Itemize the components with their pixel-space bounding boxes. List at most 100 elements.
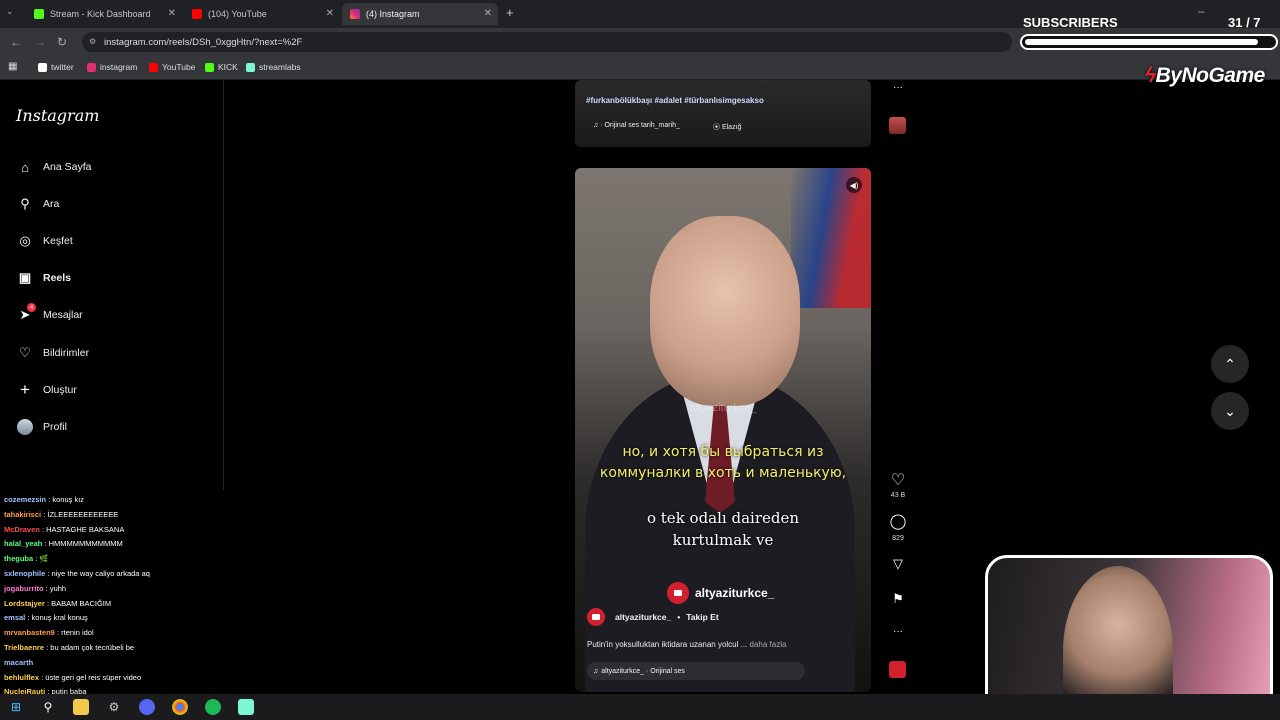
chat-message: emsal : konuş kral konuş — [4, 613, 88, 622]
like-count: 43 B — [890, 492, 906, 499]
spotify-icon[interactable] — [205, 699, 221, 715]
previous-reel-button[interactable]: ⌃ — [1211, 345, 1249, 383]
tab-youtube[interactable]: (104) YouTube ✕ — [184, 3, 340, 25]
chat-username[interactable]: theguba — [4, 554, 33, 563]
reel-hashtags[interactable]: #furkanbölükbaşı #adalet #türbanlısimges… — [586, 96, 764, 105]
streamlabs-icon[interactable] — [238, 699, 254, 715]
nav-label: Reels — [43, 272, 72, 284]
bookmark-label: twitter — [51, 62, 74, 72]
chevron-up-icon: ⌃ — [1224, 355, 1236, 372]
chat-message: Trielbaenre : bu adam çok tecrübeli be — [4, 643, 134, 652]
chat-username[interactable]: tahakirisci — [4, 510, 41, 519]
streamlabs-icon — [246, 62, 255, 72]
comment-icon[interactable]: ◯ — [888, 512, 908, 530]
instagram-icon — [350, 9, 360, 19]
site-info-icon[interactable]: ⚙ — [89, 37, 96, 46]
caption-more-link[interactable]: daha fazla — [750, 640, 787, 649]
chat-username[interactable]: cozemezsin — [4, 495, 46, 504]
bookmark-twitter[interactable]: twitter — [38, 62, 74, 72]
webcam-frame — [985, 555, 1273, 715]
youtube-icon — [192, 9, 202, 19]
url-text: instagram.com/reels/DSh_0xggHtn/?next=%2… — [104, 36, 303, 48]
chat-username[interactable]: behlulflex — [4, 673, 39, 682]
bynogame-logo: ϟByNoGame — [1145, 64, 1265, 88]
bookmark-instagram[interactable]: instagram — [87, 62, 137, 72]
chat-username[interactable]: emsal — [4, 613, 25, 622]
reel-audio[interactable]: ♫ · Orijinal ses tarih_marih_ — [593, 122, 680, 129]
chat-text: : BABAM BACIĞIM — [44, 598, 112, 608]
follow-button[interactable]: Takip Et — [686, 612, 718, 622]
reel-audio-pill[interactable]: ♫ altyaziturkce_ · Orijinal ses — [587, 662, 805, 680]
forward-icon[interactable]: → — [34, 35, 46, 49]
next-reel-button[interactable]: ⌄ — [1211, 392, 1249, 430]
discord-icon[interactable] — [139, 699, 155, 715]
share-icon[interactable]: ▽ — [888, 556, 908, 572]
chevron-down-icon: ⌄ — [1224, 402, 1236, 419]
nav-explore[interactable]: ◎ Keşfet — [16, 230, 72, 252]
nav-label: Mesajlar — [43, 309, 83, 321]
chat-username[interactable]: Trielbaenre — [4, 643, 44, 652]
nav-notifications[interactable]: ♡ Bildirimler — [16, 342, 89, 364]
turkish-subtitle: o tek odalı daireden kurtulmak ve — [646, 509, 800, 549]
reload-icon[interactable]: ↻ — [57, 35, 67, 49]
like-icon[interactable]: ♡ — [888, 470, 908, 490]
reel-video[interactable]: ◀) altyaziturkce_ но, и хотя бы выбратьс… — [575, 168, 871, 692]
reel-author: altyaziturkce_ • Takip Et — [587, 608, 719, 626]
chat-text: : yuhh — [43, 583, 67, 593]
chat-username[interactable]: macarth — [4, 658, 33, 667]
settings-icon[interactable]: ⚙ — [106, 699, 122, 715]
nav-profile[interactable]: Profil — [16, 416, 67, 438]
minimize-icon[interactable]: – — [1198, 4, 1205, 18]
heart-icon: ♡ — [19, 345, 31, 360]
back-icon[interactable]: ← — [10, 35, 22, 49]
nav-search[interactable]: ⚲ Ara — [16, 193, 59, 215]
reel-location[interactable]: ⦿ Elazığ — [713, 122, 741, 132]
audio-thumbnail[interactable] — [889, 117, 906, 134]
address-bar[interactable]: ⚙ instagram.com/reels/DSh_0xggHtn/?next=… — [82, 32, 1012, 52]
chat-username[interactable]: halal_yeah — [4, 539, 42, 548]
file-explorer-icon[interactable] — [73, 699, 89, 715]
nav-label: Ana Sayfa — [43, 161, 92, 173]
instagram-icon — [87, 62, 96, 72]
volume-icon[interactable]: ◀) — [846, 177, 862, 193]
close-icon[interactable]: ✕ — [326, 8, 334, 19]
chat-message: jogaburrito : yuhh — [4, 584, 66, 593]
chat-username[interactable]: McDraven — [4, 525, 40, 534]
tab-instagram[interactable]: (4) Instagram ✕ — [342, 3, 498, 25]
previous-reel-card[interactable]: #furkanbölükbaşı #adalet #türbanlısimges… — [575, 80, 871, 147]
stream-chat: cozemezsin : konuş kız tahakirisci : İZLE… — [0, 490, 224, 700]
audio-thumbnail[interactable] — [889, 661, 906, 678]
save-icon[interactable]: ⚑ — [888, 591, 908, 607]
tab-kick[interactable]: Stream - Kick Dashboard ✕ — [26, 3, 182, 25]
close-icon[interactable]: ✕ — [484, 8, 492, 19]
bookmark-kick[interactable]: KICK — [205, 62, 238, 72]
bookmark-youtube[interactable]: YouTube — [149, 62, 195, 72]
chat-username[interactable]: mrvanbasten9 — [4, 628, 55, 637]
bookmark-streamlabs[interactable]: streamlabs — [246, 62, 301, 72]
more-options-icon[interactable]: ··· — [888, 626, 908, 637]
apps-icon[interactable]: ▦ — [8, 61, 17, 72]
windows-start-icon[interactable]: ⊞ — [8, 699, 24, 715]
author-username[interactable]: altyaziturkce_ — [615, 612, 671, 622]
location-pin-icon: ⦿ — [713, 124, 722, 131]
chat-username[interactable]: sxlenophile — [4, 569, 45, 578]
author-avatar[interactable] — [587, 608, 605, 626]
tab-search-icon[interactable]: ⌄ — [6, 6, 14, 17]
nav-messages[interactable]: ➤ 4 Mesajlar — [16, 303, 83, 326]
chrome-icon[interactable] — [172, 699, 188, 715]
bookmark-label: instagram — [100, 62, 138, 72]
nav-reels[interactable]: ▣ Reels — [16, 267, 71, 289]
chat-username[interactable]: Lordstajyer — [4, 599, 45, 608]
close-icon[interactable]: ✕ — [168, 8, 176, 19]
nav-create[interactable]: + Oluştur — [16, 379, 77, 401]
chat-message: Lordstajyer : BABAM BACIĞIM — [4, 599, 111, 608]
chat-username[interactable]: jogaburrito — [4, 584, 44, 593]
instagram-logo[interactable]: Instagram — [16, 106, 99, 125]
search-icon[interactable]: ⚲ — [40, 699, 56, 715]
nav-home[interactable]: ⌂ Ana Sayfa — [16, 156, 91, 178]
more-options-icon[interactable]: ··· — [888, 82, 908, 93]
new-tab-button[interactable]: + — [506, 5, 514, 20]
chat-message: halal_yeah : HMMMMMMMMMMM — [4, 539, 123, 548]
chat-message: macarth — [4, 658, 33, 667]
tab-title: (4) Instagram — [366, 9, 420, 19]
